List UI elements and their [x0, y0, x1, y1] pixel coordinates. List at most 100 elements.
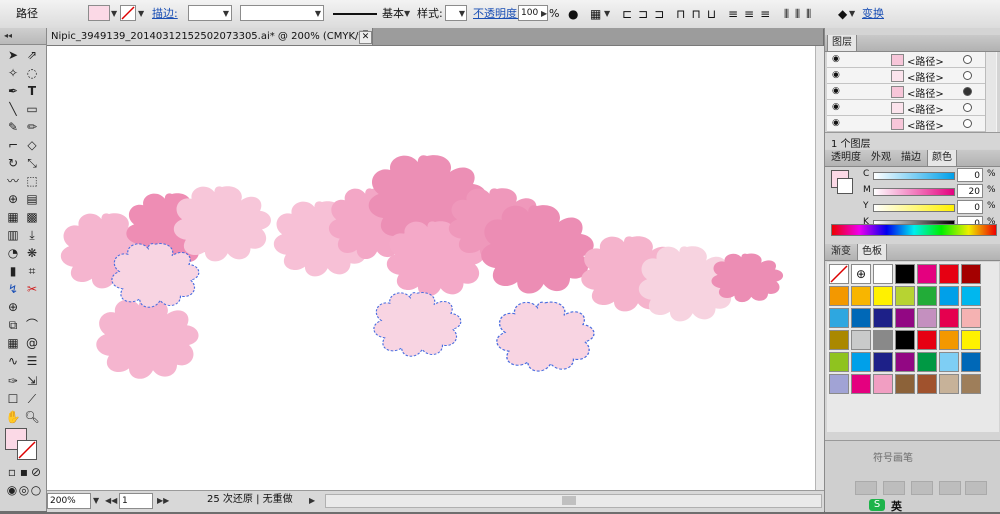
- color-swatch[interactable]: [961, 308, 981, 328]
- mesh-tool-icon[interactable]: ▩: [24, 210, 40, 225]
- selected-flower-shape[interactable]: [373, 291, 462, 357]
- channel-bar[interactable]: [873, 172, 955, 180]
- line-tool-icon[interactable]: ╲: [5, 102, 21, 117]
- target-icon[interactable]: [963, 71, 972, 80]
- paintbrush-tool-icon[interactable]: ✎: [5, 120, 21, 135]
- color-swatch[interactable]: [917, 286, 937, 306]
- grid-tool-icon[interactable]: ▦: [5, 336, 21, 351]
- align-to-icon[interactable]: ▦: [590, 5, 601, 23]
- stroke-weight-input[interactable]: ▼: [188, 5, 232, 21]
- stroke-color-box[interactable]: [17, 440, 37, 460]
- target-tool-icon[interactable]: ⊕: [5, 300, 21, 315]
- recolor-icon[interactable]: ●: [568, 5, 578, 23]
- hand-tool-icon[interactable]: ✋: [5, 410, 21, 425]
- lasso-tool-icon[interactable]: ◌: [24, 66, 40, 81]
- knife-tool-icon[interactable]: ⟋: [24, 392, 40, 407]
- scissors-tool-icon[interactable]: ✂: [24, 282, 40, 297]
- symbol-thumb[interactable]: [939, 481, 961, 495]
- color-swatch[interactable]: [939, 286, 959, 306]
- blob-brush-tool-icon[interactable]: ⌐: [5, 138, 21, 153]
- direct-selection-tool-icon[interactable]: ⇗: [24, 48, 40, 63]
- distribute-icon[interactable]: ≡≡≡: [728, 5, 776, 23]
- measure-tool-icon[interactable]: ⇲: [24, 374, 40, 389]
- color-swatch[interactable]: [873, 264, 893, 284]
- variable-width-select[interactable]: ▼: [240, 5, 324, 21]
- color-swatch[interactable]: [873, 330, 893, 350]
- color-swatch[interactable]: [939, 264, 959, 284]
- fill-swatch[interactable]: [88, 5, 110, 21]
- color-swatch[interactable]: [851, 374, 871, 394]
- opacity-link[interactable]: 不透明度:: [473, 5, 521, 23]
- chevron-down-icon[interactable]: ▼: [849, 9, 855, 18]
- shape-builder-tool-icon[interactable]: ⊕: [5, 192, 21, 207]
- chevron-right-icon[interactable]: ▶: [541, 9, 547, 18]
- perspective-grid-tool-icon[interactable]: ▦: [5, 210, 21, 225]
- color-swatch[interactable]: [961, 264, 981, 284]
- zoom-tool-icon[interactable]: 🔍︎: [24, 410, 40, 425]
- scale-tool-icon[interactable]: ⤡: [24, 156, 40, 171]
- tab-stroke[interactable]: 描边: [897, 150, 925, 166]
- color-swatch[interactable]: [917, 264, 937, 284]
- artboard-icon[interactable]: ☐: [5, 392, 21, 407]
- color-swatch[interactable]: [895, 308, 915, 328]
- color-swatch[interactable]: [939, 352, 959, 372]
- envelope-tool-icon[interactable]: ⧉: [5, 318, 21, 333]
- swatch-none[interactable]: [829, 264, 849, 284]
- type-tool-icon[interactable]: T: [24, 84, 40, 99]
- color-swatch[interactable]: [939, 308, 959, 328]
- chevron-down-icon[interactable]: ▼: [93, 496, 99, 505]
- column-graph-tool-icon[interactable]: ▮: [5, 264, 21, 279]
- rectangle-tool-icon[interactable]: ▭: [24, 102, 40, 117]
- zoom-input[interactable]: 200%: [47, 493, 91, 509]
- flower-shape[interactable]: [96, 299, 199, 379]
- chevron-down-icon[interactable]: ▼: [404, 9, 410, 18]
- eye-icon[interactable]: ◉: [832, 86, 840, 96]
- eye-icon[interactable]: ◉: [832, 70, 840, 80]
- document-tab[interactable]: Nipic_3949139_20140312152502073305.ai* @…: [47, 28, 373, 59]
- color-swatch[interactable]: [895, 352, 915, 372]
- artboard-canvas[interactable]: [47, 46, 815, 490]
- color-swatch[interactable]: [895, 374, 915, 394]
- tab-color[interactable]: 颜色: [927, 150, 957, 166]
- eye-icon[interactable]: ◉: [832, 54, 840, 64]
- tab-appearance[interactable]: 外观: [867, 150, 895, 166]
- color-swatch[interactable]: [873, 374, 893, 394]
- ime-lang-indicator[interactable]: 英: [891, 498, 902, 514]
- horizontal-scrollbar[interactable]: [325, 494, 822, 508]
- selection-tool-icon[interactable]: ➤: [5, 48, 21, 63]
- tab-swatches[interactable]: 色板: [857, 244, 887, 260]
- color-swatch[interactable]: [873, 308, 893, 328]
- color-swatch[interactable]: [829, 308, 849, 328]
- chevron-right-icon[interactable]: ▶: [309, 496, 315, 505]
- layer-row[interactable]: ◉ <路径>: [827, 100, 993, 116]
- layer-row[interactable]: ◉ <路径>: [827, 68, 993, 84]
- color-swatch[interactable]: [917, 352, 937, 372]
- target-filled-icon[interactable]: [963, 87, 972, 96]
- color-swatch[interactable]: [961, 374, 981, 394]
- eyedropper-icon[interactable]: ✑: [5, 374, 21, 389]
- scroll-thumb[interactable]: [562, 496, 576, 505]
- color-swatch[interactable]: [939, 374, 959, 394]
- color-swatch[interactable]: [829, 352, 849, 372]
- color-swatch[interactable]: [895, 330, 915, 350]
- channel-value[interactable]: 0: [957, 168, 983, 182]
- first-artboard-icon[interactable]: ◀◀: [105, 496, 117, 505]
- rotate-tool-icon[interactable]: ↻: [5, 156, 21, 171]
- transform-link[interactable]: 变换: [862, 5, 884, 23]
- eye-icon[interactable]: ◉: [832, 118, 840, 128]
- color-swatch[interactable]: [851, 286, 871, 306]
- warp-tool-icon[interactable]: 〰: [5, 174, 21, 189]
- eyedropper-tool-icon[interactable]: ⤓: [24, 228, 40, 243]
- color-swatch[interactable]: [939, 330, 959, 350]
- registration-swatch-icon[interactable]: ⊕: [851, 264, 871, 284]
- stroke-link[interactable]: 描边:: [152, 5, 178, 23]
- color-swatch[interactable]: [829, 286, 849, 306]
- chevron-down-icon[interactable]: ▼: [604, 9, 610, 18]
- symbol-thumb[interactable]: [855, 481, 877, 495]
- twirl-tool-icon[interactable]: @: [24, 336, 40, 351]
- color-swatch[interactable]: [917, 374, 937, 394]
- layer-row[interactable]: ◉ <路径>: [827, 52, 993, 68]
- align-left-icon[interactable]: ⊏⊐⊐: [622, 5, 670, 23]
- distort-tool-icon[interactable]: ⌒: [24, 318, 40, 333]
- graphic-style-swatch[interactable]: ▼: [445, 5, 467, 21]
